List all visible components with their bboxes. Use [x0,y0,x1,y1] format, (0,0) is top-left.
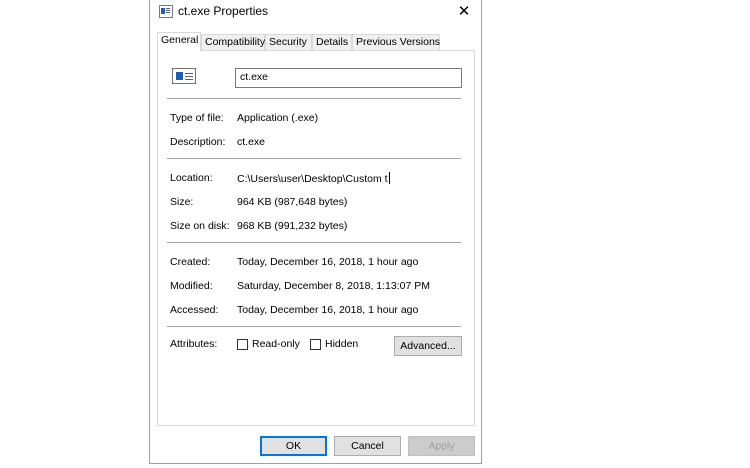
accessed-label: Accessed: [170,304,219,316]
advanced-button[interactable]: Advanced... [394,336,462,356]
properties-dialog: ct.exe Properties ✕ General Compatibilit… [149,0,482,464]
created-label: Created: [170,256,211,268]
size-on-disk-label: Size on disk: [170,220,230,232]
text-cursor [388,172,390,184]
general-tab-panel [157,50,475,426]
tab-compatibility[interactable]: Compatibility [201,34,265,50]
size-label: Size: [170,196,194,208]
type-of-file-label: Type of file: [170,112,224,124]
tab-previous-versions[interactable]: Previous Versions [352,34,440,50]
file-name-input[interactable]: ct.exe [235,68,462,88]
divider [167,158,461,159]
size-on-disk-value: 968 KB (991,232 bytes) [237,220,348,232]
apply-button[interactable]: Apply [408,436,475,456]
type-of-file-value: Application (.exe) [237,112,319,124]
modified-value: Saturday, December 8, 2018, 1:13:07 PM [237,280,430,292]
read-only-checkbox-box[interactable] [237,339,248,350]
tab-general[interactable]: General [157,32,201,51]
attributes-label: Attributes: [170,338,218,350]
description-label: Description: [170,136,226,148]
ok-button[interactable]: OK [260,436,327,456]
close-icon[interactable]: ✕ [446,0,482,24]
read-only-label[interactable]: Read-only [252,338,300,350]
modified-label: Modified: [170,280,213,292]
divider [167,326,461,327]
tab-security[interactable]: Security [265,34,312,50]
hidden-checkbox-box[interactable] [310,339,321,350]
application-exe-icon [172,68,196,84]
created-value: Today, December 16, 2018, 1 hour ago [237,256,419,268]
hidden-label[interactable]: Hidden [325,338,358,350]
window-title: ct.exe Properties [178,4,269,18]
description-value: ct.exe [237,136,266,148]
application-exe-icon [159,5,173,18]
location-label: Location: [170,172,213,184]
location-value-wrap[interactable]: C:\Users\user\Desktop\Custom t [237,172,390,185]
title-bar: ct.exe Properties ✕ [150,0,481,24]
size-value: 964 KB (987,648 bytes) [237,196,348,208]
divider [167,98,461,99]
location-value[interactable]: C:\Users\user\Desktop\Custom t [237,173,388,185]
divider [167,242,461,243]
tab-details[interactable]: Details [312,34,352,50]
cancel-button[interactable]: Cancel [334,436,401,456]
accessed-value: Today, December 16, 2018, 1 hour ago [237,304,419,316]
